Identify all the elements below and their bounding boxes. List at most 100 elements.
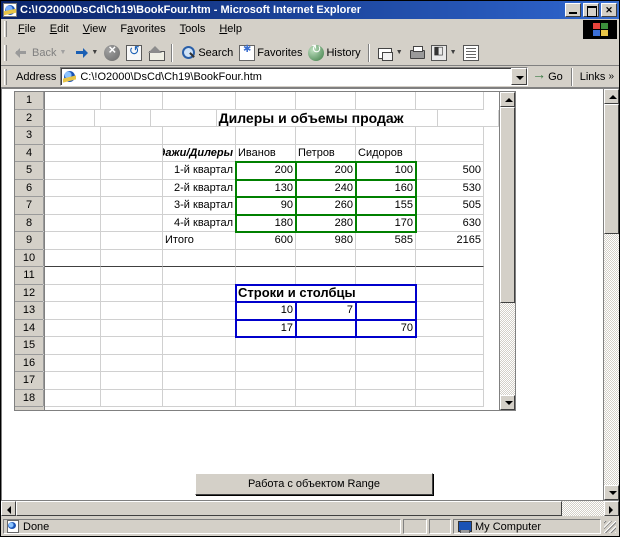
edit-dropdown-icon[interactable]: ▼ <box>450 49 457 56</box>
row-total-cell[interactable]: 505 <box>416 197 484 215</box>
cell[interactable] <box>163 250 236 268</box>
cell[interactable] <box>45 92 101 110</box>
cell[interactable] <box>356 372 416 390</box>
grand-total-cell[interactable]: 2165 <box>416 232 484 250</box>
page-scroll-thumb[interactable] <box>604 104 619 234</box>
second-table-cell[interactable]: 10 <box>236 302 296 320</box>
cell[interactable] <box>416 250 484 268</box>
minimize-button[interactable] <box>565 3 581 17</box>
resize-grip-icon[interactable] <box>603 519 617 534</box>
quarter-label[interactable]: 4-й квартал <box>163 215 236 233</box>
cell[interactable] <box>45 267 101 285</box>
cell[interactable] <box>101 162 163 180</box>
row-header[interactable]: 1 <box>15 92 44 110</box>
cell[interactable] <box>45 197 101 215</box>
cell[interactable] <box>163 355 236 373</box>
column-total-cell[interactable]: 585 <box>356 232 416 250</box>
cell[interactable] <box>101 302 163 320</box>
cell[interactable] <box>296 337 356 355</box>
sales-cell[interactable]: 100 <box>356 162 416 180</box>
cell[interactable] <box>296 355 356 373</box>
quarter-label[interactable]: 1-й квартал <box>163 162 236 180</box>
sales-cell[interactable]: 260 <box>296 197 356 215</box>
sales-cell[interactable]: 200 <box>236 162 296 180</box>
spreadsheet-scroll-thumb[interactable] <box>500 107 515 303</box>
cell[interactable] <box>296 267 356 285</box>
row-header[interactable]: 11 <box>15 267 44 285</box>
cell[interactable] <box>416 92 484 110</box>
page-vertical-scrollbar[interactable] <box>603 89 619 500</box>
cell[interactable] <box>101 337 163 355</box>
menu-tools[interactable]: Tools <box>173 21 213 37</box>
cell[interactable] <box>416 285 484 303</box>
home-button[interactable] <box>145 42 167 64</box>
cell[interactable] <box>236 267 296 285</box>
row-header[interactable]: 9 <box>15 232 44 250</box>
cell[interactable] <box>163 372 236 390</box>
page-scroll-down-icon[interactable] <box>604 485 619 500</box>
cell[interactable] <box>101 180 163 198</box>
search-button[interactable]: Search <box>177 42 236 64</box>
second-table-title[interactable]: Строки и столбцы <box>236 285 416 303</box>
cell[interactable] <box>163 285 236 303</box>
cell[interactable] <box>45 162 101 180</box>
cell[interactable] <box>45 302 101 320</box>
sheet-title-cell[interactable]: Дилеры и объемы продаж <box>217 110 438 128</box>
row-header[interactable]: 10 <box>15 250 44 268</box>
page-scroll-right-icon[interactable] <box>604 501 619 516</box>
back-button[interactable]: Back ▼ <box>11 42 69 64</box>
cell[interactable] <box>356 337 416 355</box>
page-scroll-left-icon[interactable] <box>1 501 16 516</box>
cell[interactable] <box>101 355 163 373</box>
cell[interactable] <box>236 127 296 145</box>
cell[interactable] <box>236 250 296 268</box>
close-button[interactable]: ✕ <box>601 3 617 17</box>
scroll-down-icon[interactable] <box>500 395 515 410</box>
spreadsheet-component[interactable]: 1 2 3 4 5 6 7 8 9 10 11 12 13 14 <box>14 91 516 411</box>
stop-button[interactable] <box>101 42 123 64</box>
cell[interactable] <box>101 372 163 390</box>
page-hscroll-thumb[interactable] <box>16 501 562 516</box>
cell[interactable] <box>416 337 484 355</box>
row-header[interactable]: 5 <box>15 162 44 180</box>
cell[interactable] <box>163 302 236 320</box>
menu-favorites[interactable]: Favorites <box>113 21 172 37</box>
maximize-button[interactable] <box>583 3 599 17</box>
sales-cell[interactable]: 130 <box>236 180 296 198</box>
sales-cell[interactable]: 90 <box>236 197 296 215</box>
cell[interactable] <box>45 285 101 303</box>
history-button[interactable]: History <box>305 42 363 64</box>
sales-cell[interactable]: 180 <box>236 215 296 233</box>
cell[interactable] <box>45 145 101 163</box>
cell[interactable] <box>163 92 236 110</box>
cell[interactable] <box>45 232 101 250</box>
cell[interactable] <box>101 250 163 268</box>
range-object-button[interactable]: Работа с объектом Range <box>195 473 433 495</box>
sales-cell[interactable]: 240 <box>296 180 356 198</box>
row-header[interactable]: 14 <box>15 320 44 338</box>
cell[interactable] <box>416 355 484 373</box>
cell[interactable] <box>95 110 151 128</box>
cell[interactable] <box>163 127 236 145</box>
page-scroll-up-icon[interactable] <box>604 89 619 104</box>
favorites-button[interactable]: Favorites <box>236 42 305 64</box>
column-total-cell[interactable]: 980 <box>296 232 356 250</box>
cell[interactable] <box>101 390 163 408</box>
page-hscroll-track[interactable] <box>16 501 604 516</box>
back-dropdown-icon[interactable]: ▼ <box>59 49 66 56</box>
second-table-cell[interactable] <box>296 320 356 338</box>
cell[interactable] <box>101 215 163 233</box>
cell[interactable] <box>101 127 163 145</box>
cell[interactable] <box>296 390 356 408</box>
cell[interactable] <box>101 320 163 338</box>
row-total-cell[interactable]: 630 <box>416 215 484 233</box>
column-total-cell[interactable]: 600 <box>236 232 296 250</box>
cell[interactable] <box>416 267 484 285</box>
cell[interactable] <box>416 320 484 338</box>
cell[interactable] <box>45 390 101 408</box>
forward-dropdown-icon[interactable]: ▼ <box>91 49 98 56</box>
cell[interactable] <box>45 180 101 198</box>
cell[interactable] <box>236 337 296 355</box>
address-input[interactable]: C:\!O2000\DsCd\Ch19\BookFour.htm <box>60 67 528 86</box>
address-dropdown-icon[interactable] <box>511 68 527 85</box>
